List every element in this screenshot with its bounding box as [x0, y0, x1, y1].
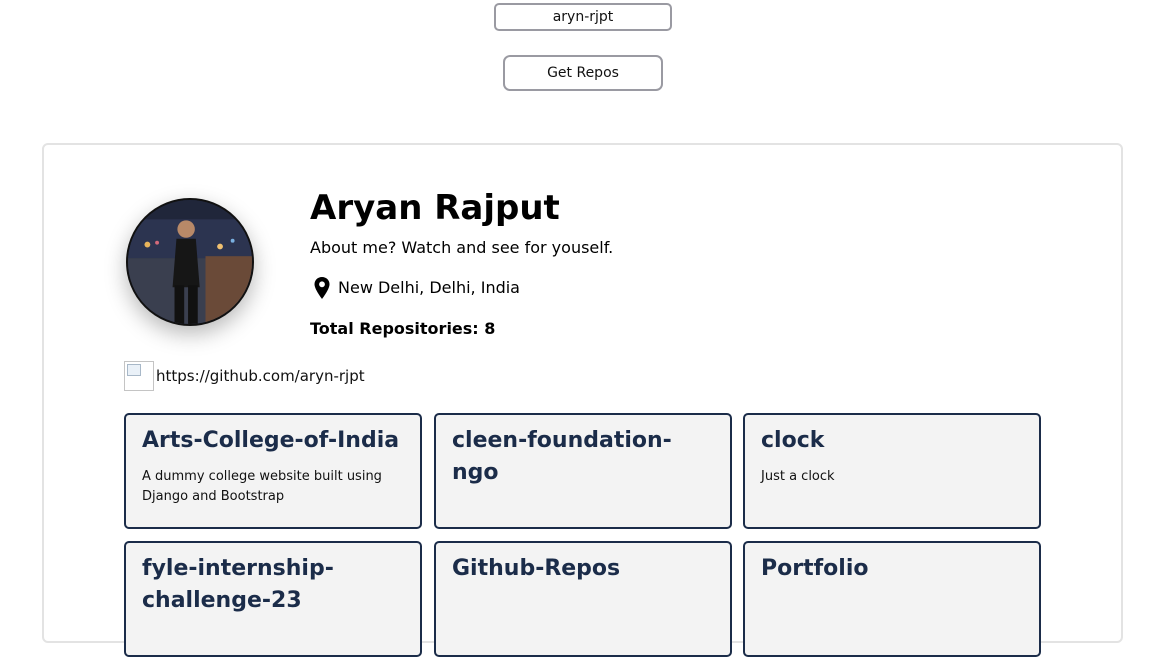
repo-card[interactable]: fyle-internship-challenge-23 [124, 541, 422, 657]
repo-name: cleen-foundation-ngo [452, 428, 672, 485]
repo-card[interactable]: cleen-foundation-ngo [434, 413, 732, 529]
profile-bio: About me? Watch and see for youself. [310, 238, 614, 257]
profile-location: New Delhi, Delhi, India [314, 276, 520, 300]
repo-card[interactable]: Portfolio [743, 541, 1041, 657]
profile-card: Aryan Rajput About me? Watch and see for… [42, 143, 1123, 657]
repo-name: fyle-internship-challenge-23 [142, 556, 334, 613]
github-link[interactable]: https://github.com/aryn-rjpt [124, 361, 365, 391]
get-repos-button[interactable]: Get Repos [503, 55, 663, 91]
repo-card[interactable]: clock Just a clock [743, 413, 1041, 529]
total-repositories: Total Repositories: 8 [310, 319, 496, 338]
repo-description: Just a clock [761, 469, 835, 484]
repo-card[interactable]: Arts-College-of-India A dummy college we… [124, 413, 422, 529]
repo-name: clock [761, 428, 825, 453]
repo-description: A dummy college website built using Djan… [142, 469, 382, 504]
repo-name: Github-Repos [452, 556, 621, 581]
username-search-input[interactable] [494, 3, 672, 31]
avatar [126, 198, 254, 326]
repo-name: Portfolio [761, 556, 869, 581]
repo-name: Arts-College-of-India [142, 428, 400, 453]
repo-card[interactable]: Github-Repos [434, 541, 732, 657]
broken-image-icon [124, 361, 154, 391]
location-text: New Delhi, Delhi, India [338, 278, 520, 297]
location-pin-icon [314, 277, 330, 299]
profile-name: Aryan Rajput [310, 188, 560, 228]
github-url[interactable]: https://github.com/aryn-rjpt [156, 367, 365, 385]
